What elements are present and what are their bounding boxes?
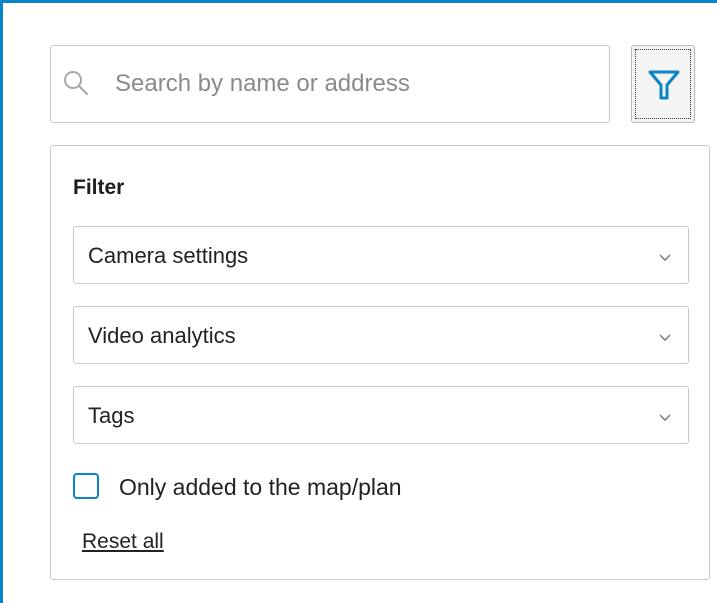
search-box[interactable] bbox=[50, 45, 610, 123]
search-input[interactable] bbox=[115, 46, 595, 122]
dropdown-label: Camera settings bbox=[88, 243, 249, 268]
dropdown-label: Video analytics bbox=[88, 323, 236, 348]
search-icon bbox=[62, 69, 90, 97]
chevron-down-icon bbox=[658, 249, 672, 267]
video-analytics-dropdown[interactable]: Video analytics bbox=[73, 306, 689, 364]
reset-all-link[interactable]: Reset all bbox=[82, 530, 164, 554]
camera-settings-dropdown[interactable]: Camera settings bbox=[73, 226, 689, 284]
window-frame: Filter Camera settings Video analytics T… bbox=[0, 0, 717, 603]
checkbox-label[interactable]: Only added to the map/plan bbox=[119, 474, 402, 501]
filter-toggle-button[interactable] bbox=[631, 45, 695, 123]
chevron-down-icon bbox=[658, 409, 672, 427]
dropdown-label: Tags bbox=[88, 403, 135, 428]
tags-dropdown[interactable]: Tags bbox=[73, 386, 689, 444]
filter-title: Filter bbox=[73, 176, 125, 199]
chevron-down-icon bbox=[658, 329, 672, 347]
filter-panel: Filter Camera settings Video analytics T… bbox=[50, 145, 710, 580]
map-plan-checkbox[interactable] bbox=[73, 473, 99, 499]
